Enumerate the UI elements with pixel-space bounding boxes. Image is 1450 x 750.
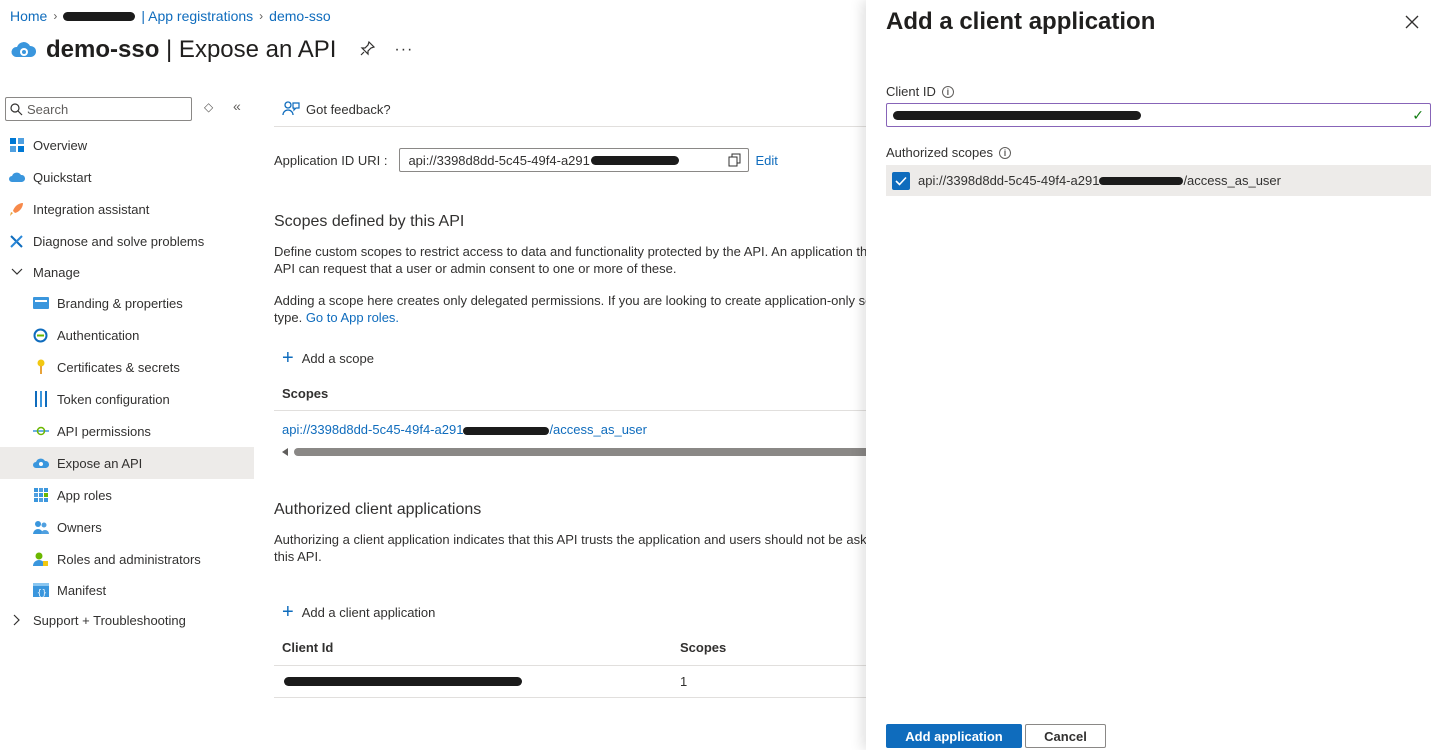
- redacted-client-id: [284, 677, 522, 686]
- info-icon[interactable]: i: [998, 146, 1011, 159]
- sidebar-item-certificates[interactable]: Certificates & secrets: [0, 351, 254, 383]
- more-icon[interactable]: ···: [394, 41, 413, 59]
- redacted-value: [1099, 176, 1184, 185]
- rocket-icon: [8, 201, 25, 218]
- clients-description: Authorizing a client application indicat…: [274, 532, 867, 564]
- scope-checkbox[interactable]: [892, 171, 910, 190]
- cloud-gear-icon: [11, 42, 37, 57]
- app-id-field[interactable]: api://3398d8dd-5c45-49f4-a291: [399, 148, 750, 172]
- checkmark-icon: ✓: [1412, 107, 1424, 123]
- scroll-left-icon[interactable]: [282, 448, 288, 456]
- panel-title: Add a client application: [886, 8, 1156, 35]
- sidebar-item-overview[interactable]: Overview: [0, 129, 254, 161]
- sidebar-item-authentication[interactable]: Authentication: [0, 319, 254, 351]
- redacted-tenant: [63, 11, 136, 21]
- authorized-scopes-label: Authorized scopes i: [886, 145, 1011, 160]
- breadcrumb-home[interactable]: Home: [10, 8, 47, 24]
- client-id-input[interactable]: ✓: [886, 103, 1431, 127]
- sidebar-item-manifest[interactable]: {} Manifest: [0, 575, 254, 605]
- plus-icon: +: [282, 347, 294, 369]
- add-scope-button[interactable]: + Add a scope: [282, 347, 374, 369]
- breadcrumb-current[interactable]: demo-sso: [269, 8, 330, 24]
- table-row[interactable]: 1: [274, 666, 874, 697]
- auth-icon: [32, 327, 49, 344]
- sidebar-item-quickstart[interactable]: Quickstart: [0, 161, 254, 193]
- redacted-client-id: [893, 110, 1141, 120]
- wrench-icon: [8, 233, 25, 250]
- go-to-app-roles-link[interactable]: Go to App roles.: [306, 310, 399, 325]
- page-header: demo-sso | Expose an API ···: [10, 36, 413, 64]
- copy-icon[interactable]: [728, 153, 742, 167]
- client-scope-count: 1: [680, 674, 688, 689]
- sidebar-item-token-config[interactable]: Token configuration: [0, 383, 254, 415]
- sidebar-item-roles-admins[interactable]: Roles and administrators: [0, 543, 254, 575]
- grid-icon: [8, 137, 25, 154]
- feedback-icon: [282, 101, 300, 116]
- client-id-label: Client ID i: [886, 84, 954, 99]
- divider: [274, 410, 874, 411]
- scroll-thumb[interactable]: [294, 448, 874, 456]
- manifest-icon: {}: [32, 582, 49, 599]
- chevron-down-icon: [8, 264, 25, 281]
- scopes-section-title: Scopes defined by this API: [274, 213, 465, 230]
- arrow-circle-icon: [32, 423, 49, 440]
- bars-icon: [32, 391, 49, 408]
- scope-row: api://3398d8dd-5c45-49f4-a291/access_as_…: [282, 422, 647, 437]
- app-id-row: Application ID URI : api://3398d8dd-5c45…: [274, 148, 778, 172]
- people-icon: [32, 519, 49, 536]
- search-input[interactable]: [27, 101, 177, 117]
- sidebar-item-integration-assistant[interactable]: Integration assistant: [0, 193, 254, 225]
- app-id-label: Application ID URI :: [274, 152, 388, 168]
- add-application-button[interactable]: Add application: [886, 724, 1022, 748]
- edit-app-id-link[interactable]: Edit: [755, 153, 777, 168]
- key-icon: [32, 359, 49, 376]
- chevron-right-icon: ›: [53, 9, 58, 23]
- scopes-delegated-note: Adding a scope here creates only delegat…: [274, 293, 872, 325]
- scopes-description: Define custom scopes to restrict access …: [274, 244, 868, 276]
- card-icon: [32, 295, 49, 312]
- redacted-value: [590, 155, 679, 165]
- search-box[interactable]: [5, 97, 192, 121]
- close-icon[interactable]: [1402, 12, 1422, 32]
- sidebar-group-manage[interactable]: Manage: [0, 257, 254, 287]
- expand-collapse-icon[interactable]: ◇: [204, 100, 213, 114]
- sidebar-nav: Overview Quickstart Integration assistan…: [0, 129, 254, 635]
- info-icon[interactable]: i: [941, 85, 954, 98]
- clients-section-title: Authorized client applications: [274, 501, 482, 518]
- client-scopes-column-header: Scopes: [680, 640, 727, 655]
- add-client-application-button[interactable]: + Add a client application: [282, 601, 435, 623]
- sidebar-item-diagnose[interactable]: Diagnose and solve problems: [0, 225, 254, 257]
- divider: [274, 126, 874, 127]
- scope-option-row[interactable]: api://3398d8dd-5c45-49f4-a291 /access_as…: [886, 165, 1431, 196]
- plus-icon: +: [282, 601, 294, 623]
- sidebar-item-expose-api[interactable]: Expose an API: [0, 447, 254, 479]
- pin-icon[interactable]: [360, 40, 376, 61]
- divider: [274, 697, 874, 698]
- collapse-sidebar-icon[interactable]: «: [233, 98, 241, 114]
- add-client-panel: Add a client application Client ID i ✓ A…: [866, 0, 1450, 750]
- client-id-column-header: Client Id: [282, 640, 334, 655]
- person-badge-icon: [32, 551, 49, 568]
- horizontal-scrollbar[interactable]: [282, 447, 874, 457]
- chevron-right-icon: ›: [259, 9, 264, 23]
- sidebar-item-owners[interactable]: Owners: [0, 511, 254, 543]
- chevron-right-icon: [8, 612, 25, 629]
- cancel-button[interactable]: Cancel: [1025, 724, 1106, 748]
- sidebar-item-branding[interactable]: Branding & properties: [0, 287, 254, 319]
- svg-text:{}: {}: [37, 588, 47, 597]
- cloud-icon: [8, 169, 25, 186]
- cloud-gear-icon: [32, 455, 49, 472]
- scope-link[interactable]: api://3398d8dd-5c45-49f4-a291/access_as_…: [282, 422, 647, 437]
- scopes-column-header: Scopes: [282, 386, 329, 401]
- checkmark-icon: [895, 176, 907, 186]
- feedback-button[interactable]: Got feedback?: [282, 100, 391, 118]
- breadcrumb: Home › | App registrations › demo-sso: [10, 8, 331, 24]
- sidebar-group-support[interactable]: Support + Troubleshooting: [0, 605, 254, 635]
- roles-grid-icon: [32, 487, 49, 504]
- sidebar-item-api-permissions[interactable]: API permissions: [0, 415, 254, 447]
- search-icon: [10, 102, 23, 115]
- breadcrumb-app-registrations[interactable]: | App registrations: [141, 8, 253, 24]
- sidebar-item-app-roles[interactable]: App roles: [0, 479, 254, 511]
- page-title: demo-sso | Expose an API: [46, 36, 337, 63]
